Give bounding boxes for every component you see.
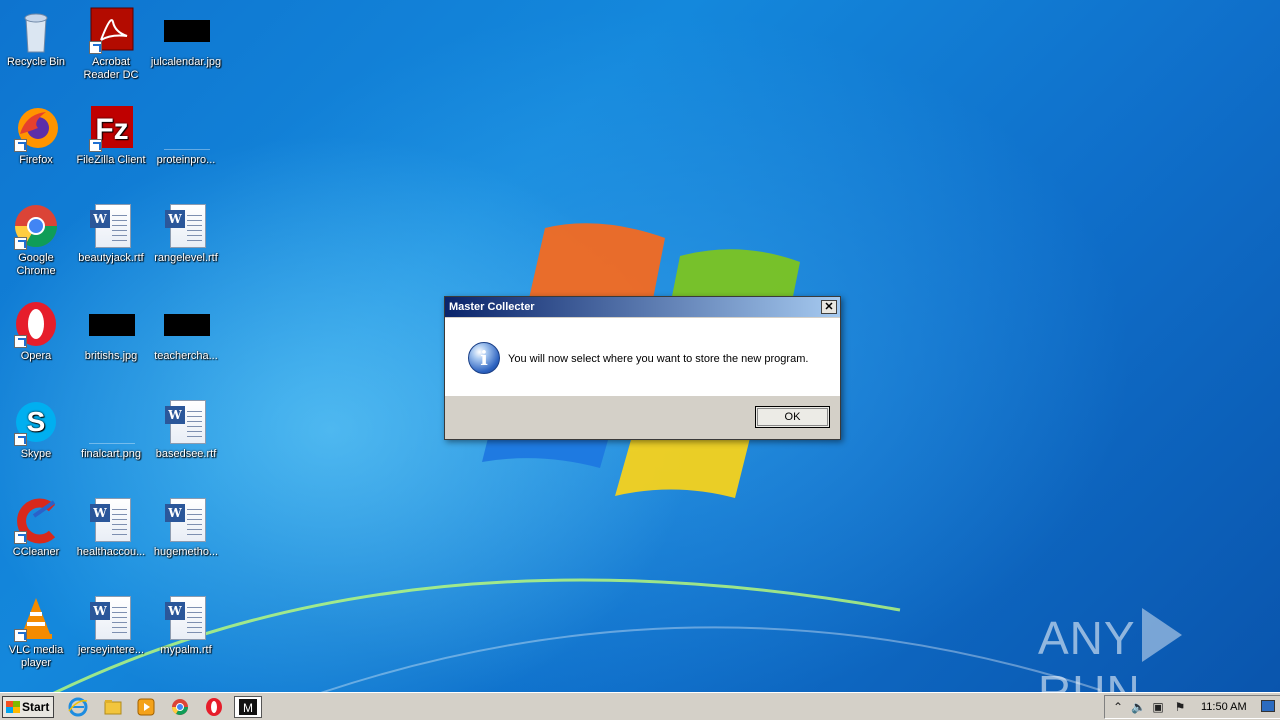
- watermark-text-left: ANY: [1038, 612, 1136, 664]
- word-document-icon: W: [162, 398, 210, 446]
- image-file-icon: [87, 398, 135, 446]
- internet-explorer-icon[interactable]: [68, 697, 88, 717]
- media-player-icon[interactable]: [136, 697, 156, 717]
- desktop-icon-skype[interactable]: S Skype: [0, 398, 74, 461]
- ok-button[interactable]: OK: [755, 406, 830, 428]
- desktop-icon-filezilla[interactable]: Fz FileZilla Client: [73, 104, 149, 167]
- desktop-icon-opera[interactable]: Opera: [0, 300, 74, 363]
- file-explorer-icon[interactable]: [103, 697, 123, 717]
- skype-icon: S: [12, 398, 60, 446]
- watermark-text-right: RUN: [1038, 666, 1141, 692]
- anyrun-watermark: ANYRUN: [1038, 608, 1280, 692]
- information-icon: i: [468, 342, 500, 374]
- image-file-icon: [87, 300, 135, 348]
- shortcut-arrow-icon: [14, 237, 27, 250]
- chrome-icon: [12, 202, 60, 250]
- dialog-footer: OK: [445, 396, 840, 439]
- desktop-icon-recycle-bin[interactable]: Recycle Bin: [0, 6, 74, 69]
- shortcut-arrow-icon: [89, 139, 102, 152]
- desktop-icon-julcalendar[interactable]: julcalendar.jpg: [148, 6, 224, 69]
- shortcut-arrow-icon: [14, 629, 27, 642]
- desktop-icon-firefox[interactable]: Firefox: [0, 104, 74, 167]
- desktop-icon-teachercha[interactable]: teachercha...: [148, 300, 224, 363]
- start-label: Start: [22, 700, 50, 714]
- play-icon: [1141, 608, 1182, 662]
- dialog-body: i You will now select where you want to …: [445, 318, 840, 396]
- word-document-icon: W: [87, 496, 135, 544]
- shortcut-arrow-icon: [14, 433, 27, 446]
- word-document-icon: W: [87, 202, 135, 250]
- image-file-icon: [162, 104, 210, 152]
- image-file-icon: [162, 300, 210, 348]
- desktop-icon-acrobat-reader[interactable]: Acrobat Reader DC: [73, 6, 149, 82]
- volume-icon[interactable]: 🔈: [1131, 700, 1146, 714]
- recycle-bin-icon: [12, 6, 60, 54]
- network-icon[interactable]: ▣: [1151, 700, 1165, 714]
- shortcut-arrow-icon: [14, 335, 27, 348]
- desktop-icon-hugemetho[interactable]: W hugemetho...: [148, 496, 224, 559]
- windows-logo-icon: [6, 701, 20, 713]
- ccleaner-icon: [12, 496, 60, 544]
- shortcut-arrow-icon: [14, 139, 27, 152]
- desktop-icon-beautyjack[interactable]: W beautyjack.rtf: [73, 202, 149, 265]
- desktop-icon-rangelevel[interactable]: W rangelevel.rtf: [148, 202, 224, 265]
- desktop: Recycle Bin Firefox Google Chrome Opera …: [0, 0, 1280, 692]
- opera-icon: [12, 300, 60, 348]
- desktop-icon-ccleaner[interactable]: CCleaner: [0, 496, 74, 559]
- desktop-icon-jerseyintere[interactable]: W jerseyintere...: [73, 594, 149, 657]
- desktop-icon-vlc[interactable]: VLC media player: [0, 594, 74, 670]
- image-file-icon: [162, 6, 210, 54]
- shortcut-arrow-icon: [89, 41, 102, 54]
- dialog-titlebar[interactable]: Master Collecter ✕: [445, 297, 840, 318]
- desktop-icon-mypalm[interactable]: W mypalm.rtf: [148, 594, 224, 657]
- chrome-icon[interactable]: [170, 697, 190, 717]
- dialog-message: You will now select where you want to st…: [508, 353, 809, 365]
- master-collecter-icon[interactable]: M: [234, 696, 262, 718]
- word-document-icon: W: [162, 496, 210, 544]
- action-center-flag-icon[interactable]: ⚑: [1173, 700, 1187, 714]
- start-button[interactable]: Start: [2, 696, 54, 718]
- desktop-icon-finalcart[interactable]: finalcart.png: [73, 398, 149, 461]
- word-document-icon: W: [87, 594, 135, 642]
- firefox-icon: [12, 104, 60, 152]
- dialog-close-button[interactable]: ✕: [821, 300, 837, 314]
- show-desktop-button[interactable]: [1261, 700, 1275, 712]
- clock[interactable]: 11:50 AM: [1201, 701, 1247, 713]
- desktop-icon-britishs[interactable]: britishs.jpg: [73, 300, 149, 363]
- acrobat-reader-icon: [87, 6, 135, 54]
- taskbar: Start M ⌃ 🔈 ▣ ⚑ 11:50 AM: [0, 692, 1280, 720]
- word-document-icon: W: [162, 202, 210, 250]
- vlc-icon: [12, 594, 60, 642]
- show-hidden-icons-arrow[interactable]: ⌃: [1111, 700, 1125, 714]
- desktop-icon-google-chrome[interactable]: Google Chrome: [0, 202, 74, 278]
- dialog-title: Master Collecter: [449, 301, 535, 313]
- desktop-icon-proteinpro[interactable]: proteinpro...: [148, 104, 224, 167]
- filezilla-icon: Fz: [87, 104, 135, 152]
- desktop-icon-basedsee[interactable]: W basedsee.rtf: [148, 398, 224, 461]
- svg-text:S: S: [27, 406, 46, 437]
- opera-icon[interactable]: [204, 697, 224, 717]
- desktop-icon-healthaccou[interactable]: W healthaccou...: [73, 496, 149, 559]
- word-document-icon: W: [162, 594, 210, 642]
- svg-text:M: M: [243, 701, 253, 715]
- system-tray: ⌃ 🔈 ▣ ⚑ 11:50 AM: [1104, 695, 1280, 719]
- shortcut-arrow-icon: [14, 531, 27, 544]
- message-dialog: Master Collecter ✕ i You will now select…: [444, 296, 841, 440]
